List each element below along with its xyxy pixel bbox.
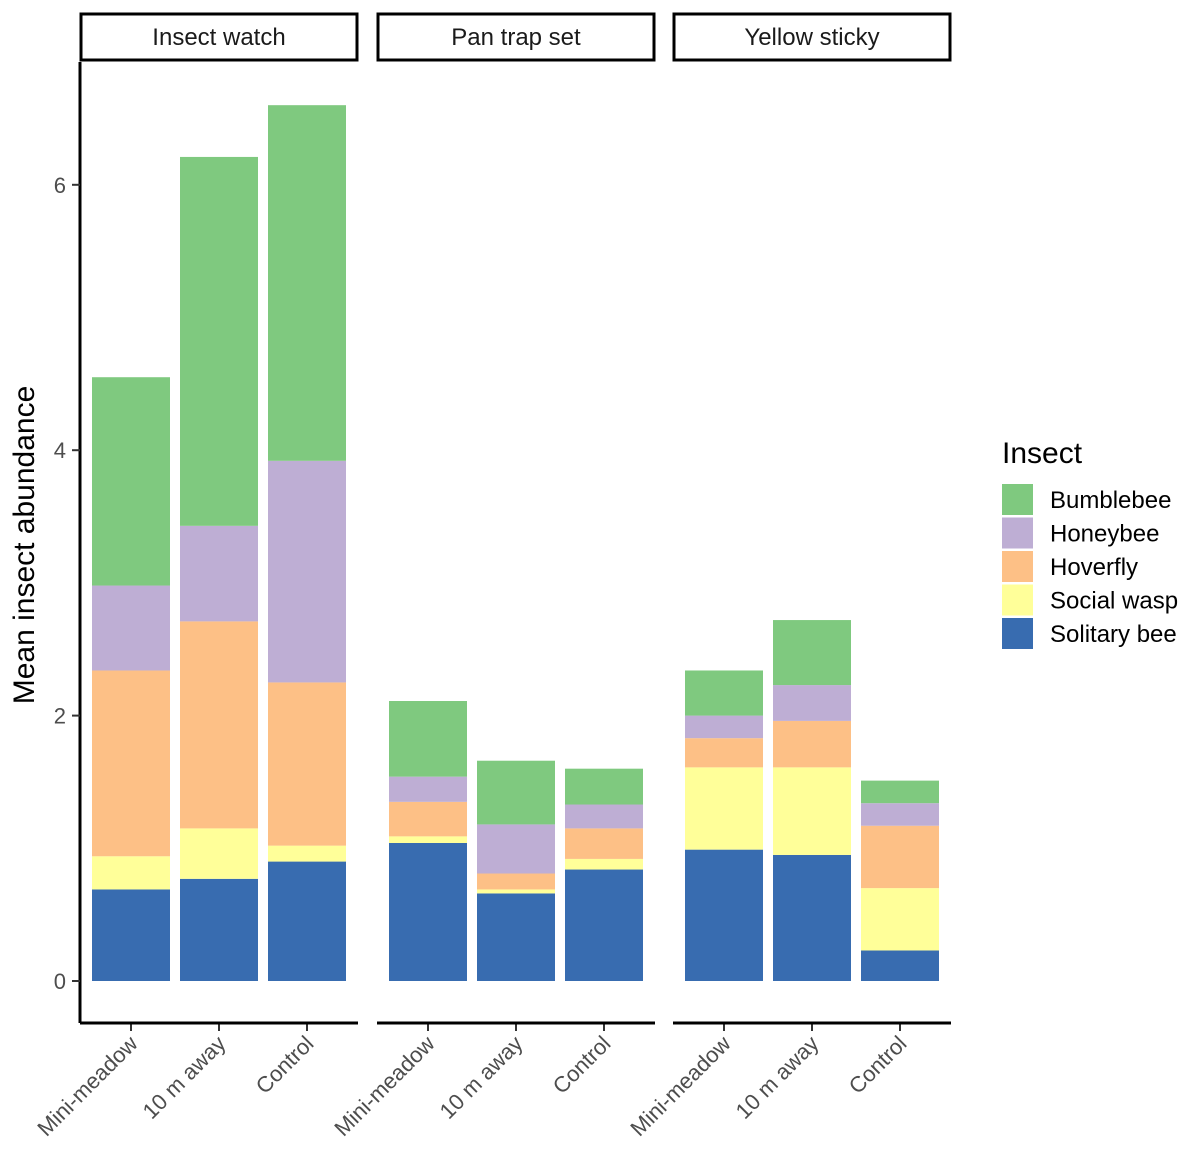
bar-segment xyxy=(565,804,643,829)
y-tick-label: 0 xyxy=(54,969,66,994)
legend-item: Social wasp xyxy=(1002,584,1178,616)
bar-segment xyxy=(180,156,258,526)
bar-segment xyxy=(92,670,170,857)
facet-strip-label: Pan trap set xyxy=(451,24,581,51)
legend-label: Bumblebee xyxy=(1050,487,1171,514)
x-tick-label: Mini-meadow xyxy=(625,1031,735,1141)
facet-panels: Insect watchMini-meadow10 m away ControlP… xyxy=(32,12,952,1141)
legend-title: Insect xyxy=(1002,437,1083,470)
bar-segment xyxy=(773,854,851,981)
bar-segment xyxy=(92,856,170,890)
legend: Insect Bumblebee Honeybee Hoverfly Social w… xyxy=(1002,437,1178,649)
facet-panel: Pan trap set Mini-meadow10 m away Control xyxy=(329,12,656,1141)
bar-segment xyxy=(685,849,763,981)
legend-swatch xyxy=(1002,584,1033,616)
bar-segment xyxy=(773,685,851,721)
bar-segment xyxy=(92,889,170,981)
bar-segment xyxy=(92,377,170,586)
bar-segment xyxy=(685,738,763,768)
bar-segment xyxy=(389,836,467,843)
bar-segment xyxy=(861,950,939,981)
bar-segment xyxy=(861,780,939,804)
legend-swatch xyxy=(1002,551,1033,582)
legend-label: Solitary bee xyxy=(1050,621,1177,648)
legend-item: Honeybee xyxy=(1002,517,1159,549)
legend-label: Social wasp xyxy=(1050,588,1178,615)
bar-segment xyxy=(565,828,643,859)
bar-segment xyxy=(268,105,346,461)
bar-segment xyxy=(477,760,555,825)
x-tick-label: Mini-meadow xyxy=(32,1031,142,1141)
x-tick-label: 10 m away xyxy=(435,1031,528,1124)
bar-segment xyxy=(389,701,467,777)
stacked-bar-chart: Mean insect abundance Insect watch Mini-m… xyxy=(8,12,1178,1141)
bar-segment xyxy=(773,620,851,686)
bar-segment xyxy=(180,828,258,879)
legend-swatch xyxy=(1002,517,1033,549)
facet-panel: Yellow sticky Mini-meadow10 m away Control xyxy=(625,12,952,1141)
bar-segment xyxy=(477,824,555,874)
bar-segment xyxy=(268,460,346,683)
bar-segment xyxy=(773,767,851,855)
legend-swatch xyxy=(1002,484,1033,515)
legend-swatch xyxy=(1002,618,1033,649)
y-tick-label: 4 xyxy=(54,438,66,463)
legend-item: Bumblebee xyxy=(1002,484,1171,515)
bar-segment xyxy=(180,525,258,622)
legend-label: Honeybee xyxy=(1050,521,1159,548)
x-tick-label: Control xyxy=(844,1031,912,1099)
bar-segment xyxy=(180,878,258,981)
legend-item: Hoverfly xyxy=(1002,551,1138,582)
legend-item: Solitary bee xyxy=(1002,618,1177,649)
bar-segment xyxy=(861,888,939,951)
bar-segment xyxy=(685,715,763,739)
bar-segment xyxy=(477,893,555,981)
x-tick-label: Control xyxy=(548,1031,616,1099)
y-axis: 0 2 4 6 xyxy=(54,62,82,1023)
bar-segment xyxy=(268,682,346,846)
x-tick-label: 10 m away xyxy=(731,1031,824,1124)
bar-segment xyxy=(861,825,939,889)
bar-segment xyxy=(565,858,643,870)
bar-segment xyxy=(92,585,170,671)
bar-segment xyxy=(565,768,643,805)
bar-segment xyxy=(180,621,258,829)
x-tick-label: Control xyxy=(251,1031,319,1099)
bar-segment xyxy=(685,767,763,850)
facet-strip-label: Yellow sticky xyxy=(744,24,879,51)
y-axis-title: Mean insect abundance xyxy=(8,386,41,705)
y-tick-label: 2 xyxy=(54,704,66,729)
x-tick-label: 10 m away xyxy=(138,1031,231,1124)
bar-segment xyxy=(268,861,346,981)
bar-segment xyxy=(565,869,643,981)
bar-segment xyxy=(477,889,555,894)
bar-segment xyxy=(389,801,467,837)
facet-strip-label: Insect watch xyxy=(152,24,285,51)
legend-label: Hoverfly xyxy=(1050,554,1138,581)
bar-segment xyxy=(773,720,851,768)
bar-segment xyxy=(685,670,763,716)
bar-segment xyxy=(268,845,346,862)
x-tick-label: Mini-meadow xyxy=(329,1031,439,1141)
bar-segment xyxy=(861,803,939,826)
y-tick-label: 6 xyxy=(54,173,66,198)
bar-segment xyxy=(389,776,467,802)
bar-segment xyxy=(389,842,467,981)
bar-segment xyxy=(477,873,555,890)
legend-items: Bumblebee Honeybee Hoverfly Social wasp Soli… xyxy=(1002,484,1178,649)
